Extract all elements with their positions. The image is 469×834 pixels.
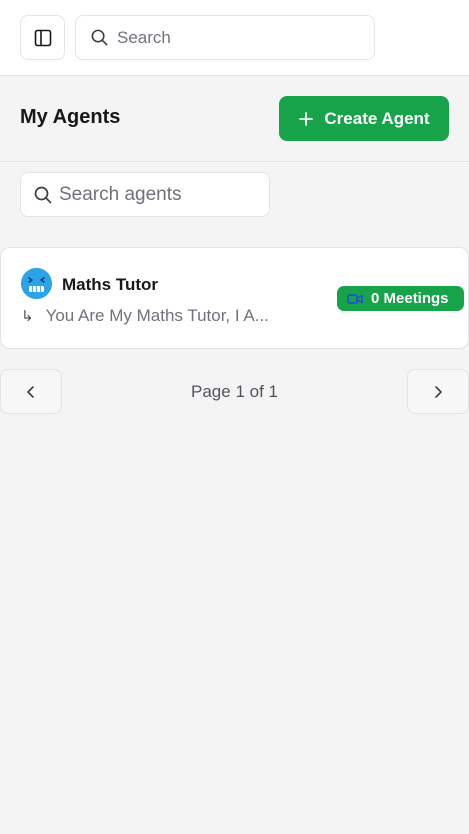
search-icon [91,29,108,46]
search-icon [34,186,52,203]
agent-instructions-text: You Are My Maths Tutor, I A... [45,306,269,325]
agent-name: Maths Tutor [62,275,159,294]
pagination-label: Page 1 of 1 [191,382,278,401]
agent-search-placeholder: Search agents [59,183,182,205]
smiley-face-icon [21,268,52,299]
sidebar-toggle-button[interactable] [20,15,65,60]
meetings-count: 0 Meetings [371,290,449,307]
create-agent-label: Create Agent [324,108,430,128]
page-header: My Agents Create Agent [0,76,469,162]
video-icon [347,293,363,304]
global-search-placeholder: Search [117,27,171,47]
plus-icon [299,111,314,126]
agent-instructions: ↳ You Are My Maths Tutor, I A... [21,306,269,326]
meetings-badge: 0 Meetings [337,286,464,311]
page-title: My Agents [20,106,121,128]
top-bar: Search [0,0,469,76]
chevron-right-icon [435,385,442,398]
corner-down-right-icon: ↳ [21,308,34,325]
next-page-button[interactable] [407,369,469,414]
panel-left-icon [34,29,51,46]
create-agent-button[interactable]: Create Agent [279,96,449,141]
agent-row[interactable]: Maths Tutor ↳ You Are My Maths Tutor, I … [0,247,469,349]
global-search-input[interactable]: Search [75,15,375,60]
agent-search-input[interactable]: Search agents [20,172,270,217]
